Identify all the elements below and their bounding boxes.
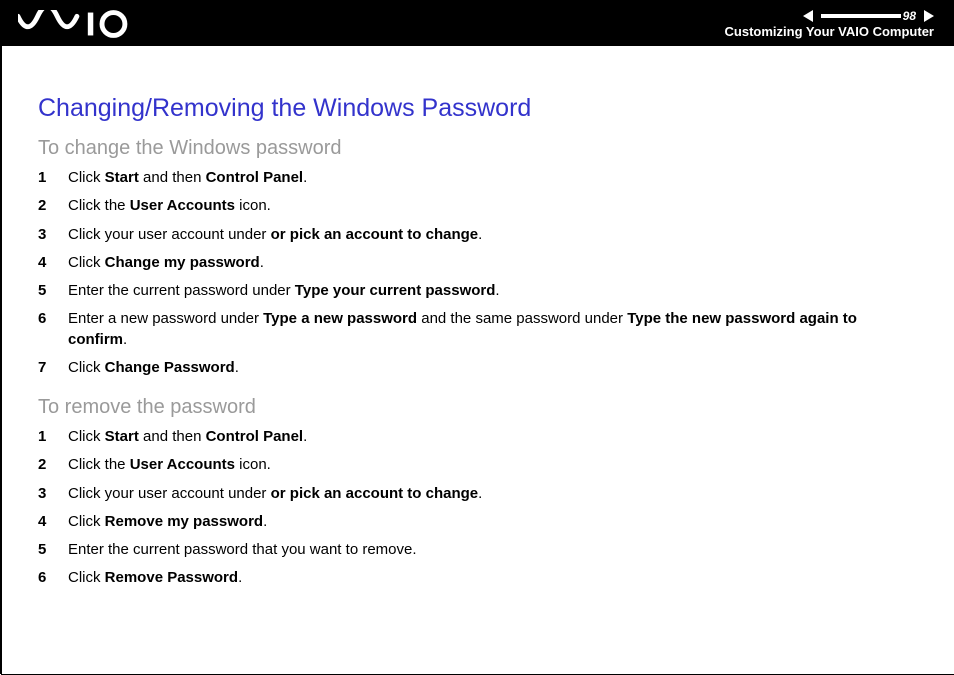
page-number: 98 [903,9,916,23]
step-text: Click Change Password. [68,358,918,378]
step-text: Click Start and then Control Panel. [68,427,918,447]
step-number: 5 [38,281,68,301]
step-number: 2 [38,196,68,216]
step-number: 1 [38,168,68,188]
steps-list: 1Click Start and then Control Panel.2Cli… [38,168,918,378]
step-number: 1 [38,427,68,447]
step-text: Click your user account under or pick an… [68,484,918,504]
step-item: 2Click the User Accounts icon. [38,455,918,475]
vaio-logo [18,6,138,42]
step-item: 6Enter a new password under Type a new p… [38,309,918,350]
step-item: 5Enter the current password under Type y… [38,281,918,301]
pager-bar [821,14,901,18]
step-item: 7Click Change Password. [38,358,918,378]
step-number: 6 [38,309,68,350]
breadcrumb: Customizing Your VAIO Computer [725,24,934,39]
step-item: 5Enter the current password that you wan… [38,540,918,560]
page-content: Changing/Removing the Windows Password T… [2,46,954,627]
step-number: 2 [38,455,68,475]
step-text: Click the User Accounts icon. [68,196,918,216]
step-number: 4 [38,512,68,532]
step-item: 4Click Change my password. [38,253,918,273]
step-text: Click Remove Password. [68,568,918,588]
section-heading: To remove the password [38,396,918,419]
step-item: 1Click Start and then Control Panel. [38,427,918,447]
step-item: 4Click Remove my password. [38,512,918,532]
section-heading: To change the Windows password [38,137,918,160]
step-text: Click the User Accounts icon. [68,455,918,475]
step-item: 6Click Remove Password. [38,568,918,588]
step-number: 4 [38,253,68,273]
prev-page-icon[interactable] [803,10,813,22]
step-number: 5 [38,540,68,560]
header-bar: 98 Customizing Your VAIO Computer [2,2,954,46]
steps-list: 1Click Start and then Control Panel.2Cli… [38,427,918,589]
step-item: 3Click your user account under or pick a… [38,225,918,245]
pager: 98 [803,9,934,23]
page-title: Changing/Removing the Windows Password [38,94,918,123]
step-number: 6 [38,568,68,588]
next-page-icon[interactable] [924,10,934,22]
step-text: Enter the current password that you want… [68,540,918,560]
step-text: Click Change my password. [68,253,918,273]
step-text: Click Remove my password. [68,512,918,532]
step-text: Enter the current password under Type yo… [68,281,918,301]
step-item: 3Click your user account under or pick a… [38,484,918,504]
step-item: 2Click the User Accounts icon. [38,196,918,216]
step-number: 3 [38,225,68,245]
step-text: Click Start and then Control Panel. [68,168,918,188]
step-number: 3 [38,484,68,504]
step-text: Click your user account under or pick an… [68,225,918,245]
step-item: 1Click Start and then Control Panel. [38,168,918,188]
step-text: Enter a new password under Type a new pa… [68,309,918,350]
step-number: 7 [38,358,68,378]
header-right: 98 Customizing Your VAIO Computer [725,2,934,46]
